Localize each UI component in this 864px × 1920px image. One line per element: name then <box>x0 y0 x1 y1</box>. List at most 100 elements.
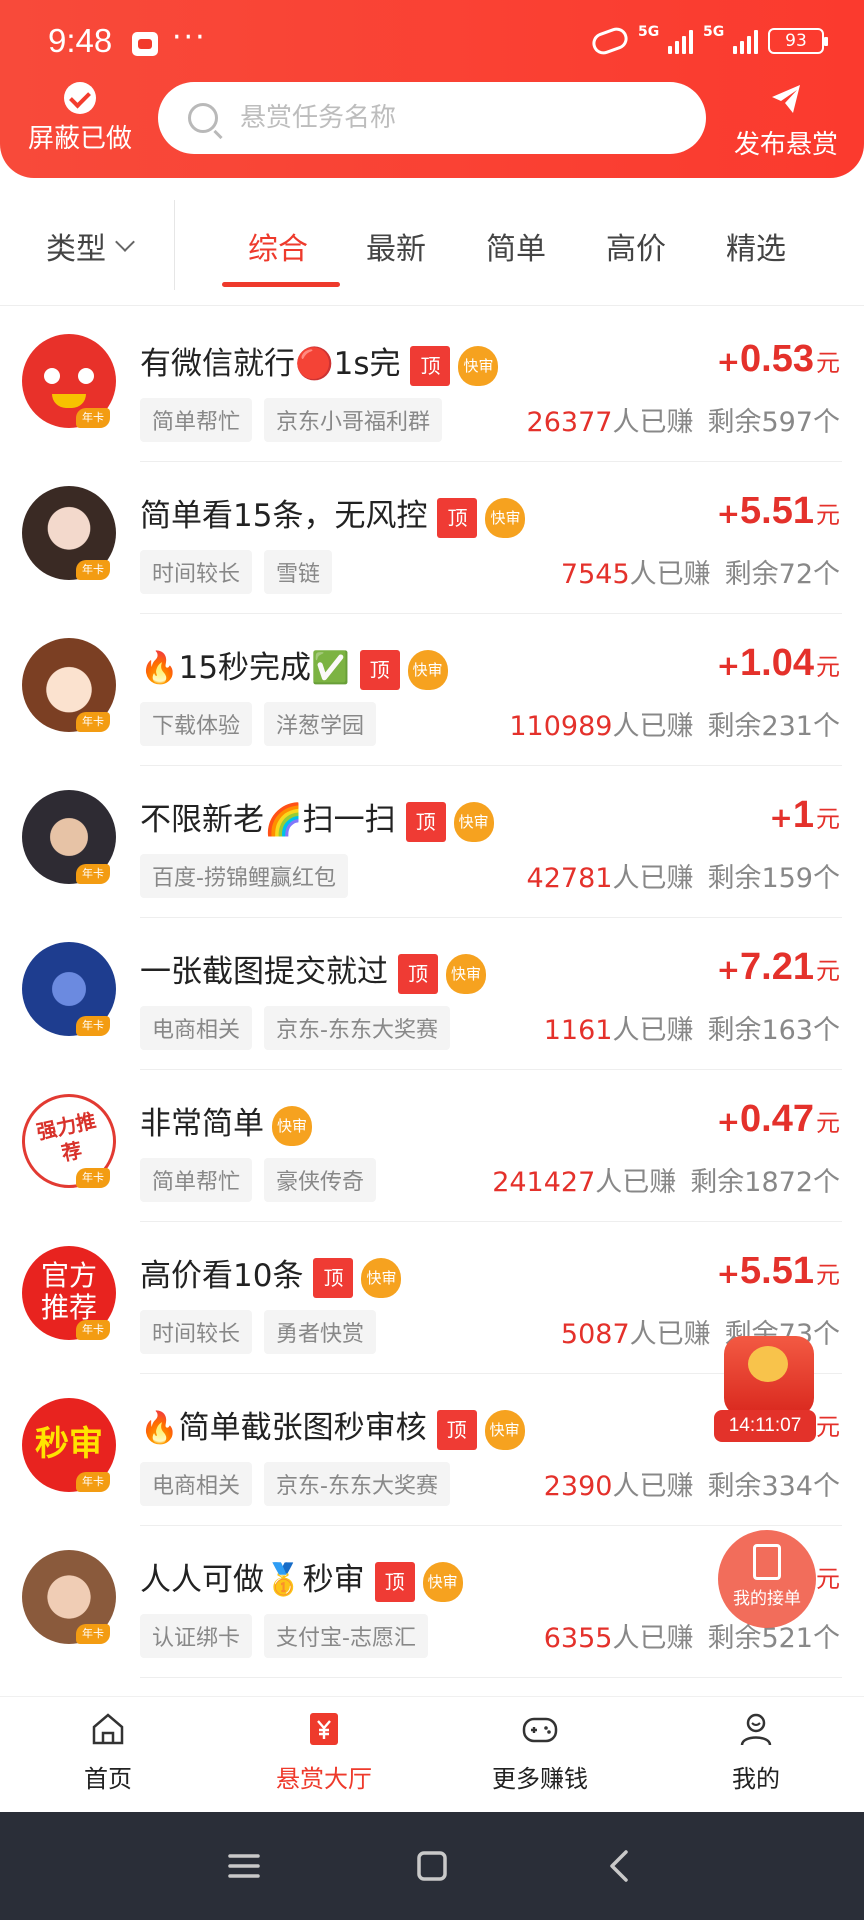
top-badge: 顶 <box>374 1561 415 1602</box>
my-orders-button[interactable]: 我的接单 <box>718 1530 816 1628</box>
tag: 京东-东东大奖赛 <box>264 1462 450 1506</box>
tag: 下载体验 <box>140 702 253 746</box>
nav-bounty-hall[interactable]: 悬赏大厅 <box>244 1709 404 1794</box>
task-row[interactable]: 年卡 🔥15秒完成✅ 顶快审 +1.04元 下载体验 洋葱学园 110989人已赚… <box>0 614 864 766</box>
task-stats: 7545人已赚 剩余72个 <box>560 559 840 590</box>
nav-more-earn[interactable]: 更多赚钱 <box>460 1709 620 1794</box>
tag: 简单帮忙 <box>140 1158 253 1202</box>
status-time: 9:48 <box>48 22 113 59</box>
tab-newest[interactable]: 最新 <box>366 224 426 268</box>
task-title: 简单看15条，无风控顶快审 <box>140 490 526 538</box>
tag: 京东小哥福利群 <box>264 398 443 442</box>
search-icon <box>188 103 218 133</box>
top-badge: 顶 <box>437 497 478 538</box>
year-card-badge: 年卡 <box>76 1168 110 1188</box>
task-stats: 110989人已赚 剩余231个 <box>509 711 840 742</box>
top-badge: 顶 <box>410 345 451 386</box>
menu-icon[interactable] <box>224 1846 264 1886</box>
reward-price: +7.21元 <box>716 946 840 988</box>
publish-label: 发布悬赏 <box>733 130 838 160</box>
tab-comprehensive[interactable]: 综合 <box>248 224 308 268</box>
nav-mine[interactable]: 我的 <box>676 1709 836 1794</box>
task-title: 一张截图提交就过顶快审 <box>140 946 486 994</box>
hide-done-label: 屏蔽已做 <box>27 124 132 154</box>
year-card-badge: 年卡 <box>76 408 110 428</box>
reward-price: +0.47元 <box>716 1098 840 1140</box>
task-tags: 电商相关 京东-东东大奖赛 <box>140 1462 450 1506</box>
top-badge: 顶 <box>398 953 438 994</box>
bottom-nav: 首页 悬赏大厅 更多赚钱 我的 <box>0 1696 864 1812</box>
tag: 简单帮忙 <box>140 398 253 442</box>
task-row[interactable]: 年卡 不限新老🌈扫一扫顶快审 +1元 百度-捞锦鲤赢红包 42781人已赚 剩余1… <box>0 766 864 918</box>
paper-plane-icon <box>772 85 800 113</box>
task-stats: 2390人已赚 剩余334个 <box>543 1471 840 1502</box>
back-icon[interactable] <box>600 1846 640 1886</box>
home-icon <box>92 1713 124 1745</box>
clipboard-icon <box>753 1544 781 1580</box>
gold-coin-icon <box>748 1346 788 1382</box>
tab-simple[interactable]: 简单 <box>486 224 546 268</box>
task-tags: 时间较长 勇者快赏 <box>140 1310 377 1354</box>
tag: 勇者快赏 <box>264 1310 377 1354</box>
tag: 京东-东东大奖赛 <box>264 1006 450 1050</box>
tag: 豪侠传奇 <box>264 1158 377 1202</box>
nav-home[interactable]: 首页 <box>28 1709 188 1794</box>
home-square-icon[interactable] <box>412 1846 452 1886</box>
search-input[interactable] <box>240 103 660 133</box>
tag: 雪链 <box>264 550 333 594</box>
task-row[interactable]: 年卡 有微信就行🔴1s完顶快审 +0.53元 简单帮忙 京东小哥福利群 2637… <box>0 310 864 462</box>
hide-done-button[interactable]: 屏蔽已做 <box>22 82 138 155</box>
nav-more-earn-label: 更多赚钱 <box>492 1765 588 1793</box>
system-nav-bar <box>0 1812 864 1920</box>
top-badge: 顶 <box>405 801 446 842</box>
yuan-hall-icon <box>310 1713 338 1745</box>
fast-review-badge: 快审 <box>446 953 486 994</box>
nav-home-label: 首页 <box>84 1765 132 1793</box>
reward-price: 元 <box>816 1565 840 1593</box>
tag: 电商相关 <box>140 1006 253 1050</box>
tag: 洋葱学园 <box>264 702 377 746</box>
reward-price: +5.51元 <box>716 490 840 532</box>
task-tags: 下载体验 洋葱学园 <box>140 702 377 746</box>
task-stats: 241427人已赚 剩余1872个 <box>492 1167 840 1198</box>
task-row[interactable]: 年卡 简单看15条，无风控顶快审 +5.51元 时间较长 雪链 7545人已赚剩… <box>0 462 864 614</box>
top-badge: 顶 <box>313 1257 354 1298</box>
status-bar: 9:48 ··· 5G 5G 93 <box>0 0 864 80</box>
tag: 支付宝-志愿汇 <box>264 1614 428 1658</box>
fast-review-badge: 快审 <box>485 497 526 538</box>
avatar-stamp-text: 秒审 <box>35 1424 103 1464</box>
year-card-badge: 年卡 <box>76 1320 110 1340</box>
year-card-badge: 年卡 <box>76 1016 110 1036</box>
year-card-badge: 年卡 <box>76 1624 110 1644</box>
task-row[interactable]: 强力推荐 年卡 非常简单 快审 +0.47元 简单帮忙 豪侠传奇 241427人已… <box>0 1070 864 1222</box>
fast-review-badge: 快审 <box>422 1561 463 1602</box>
publish-bounty-button[interactable]: 发布悬赏 <box>728 82 844 161</box>
reward-price: +0.53元 <box>716 338 840 380</box>
countdown-timer: 14:11:07 <box>714 1410 816 1442</box>
search-bar[interactable] <box>158 82 706 154</box>
task-tags: 认证绑卡 支付宝-志愿汇 <box>140 1614 428 1658</box>
task-title: 高价看10条顶快审 <box>140 1250 402 1298</box>
task-tags: 电商相关 京东-东东大奖赛 <box>140 1006 450 1050</box>
tab-high-price[interactable]: 高价 <box>606 224 666 268</box>
fast-review-badge: 快审 <box>453 801 494 842</box>
app-header: 9:48 ··· 5G 5G 93 屏蔽已做 发布悬赏 <box>0 0 864 178</box>
year-card-badge: 年卡 <box>76 864 110 884</box>
divider <box>140 1677 842 1678</box>
type-dropdown[interactable]: 类型 <box>46 224 135 268</box>
battery-icon: 93 <box>768 28 828 54</box>
tag: 时间较长 <box>140 1310 253 1354</box>
fast-review-badge: 快审 <box>484 1409 525 1450</box>
check-circle-icon <box>64 82 96 114</box>
fast-review-badge: 快审 <box>407 649 448 690</box>
tab-featured[interactable]: 精选 <box>726 224 786 268</box>
task-row[interactable]: 年卡 一张截图提交就过顶快审 +7.21元 电商相关 京东-东东大奖赛 1161… <box>0 918 864 1070</box>
task-stats: 26377人已赚 剩余597个 <box>526 407 840 438</box>
task-tags: 简单帮忙 豪侠传奇 <box>140 1158 377 1202</box>
task-tags: 简单帮忙 京东小哥福利群 <box>140 398 443 442</box>
status-indicators: 5G 5G 93 <box>589 24 828 58</box>
tag: 认证绑卡 <box>140 1614 253 1658</box>
task-stats: 6355人已赚 剩余521个 <box>543 1623 840 1654</box>
nav-mine-label: 我的 <box>732 1765 780 1793</box>
task-tags: 时间较长 雪链 <box>140 550 333 594</box>
